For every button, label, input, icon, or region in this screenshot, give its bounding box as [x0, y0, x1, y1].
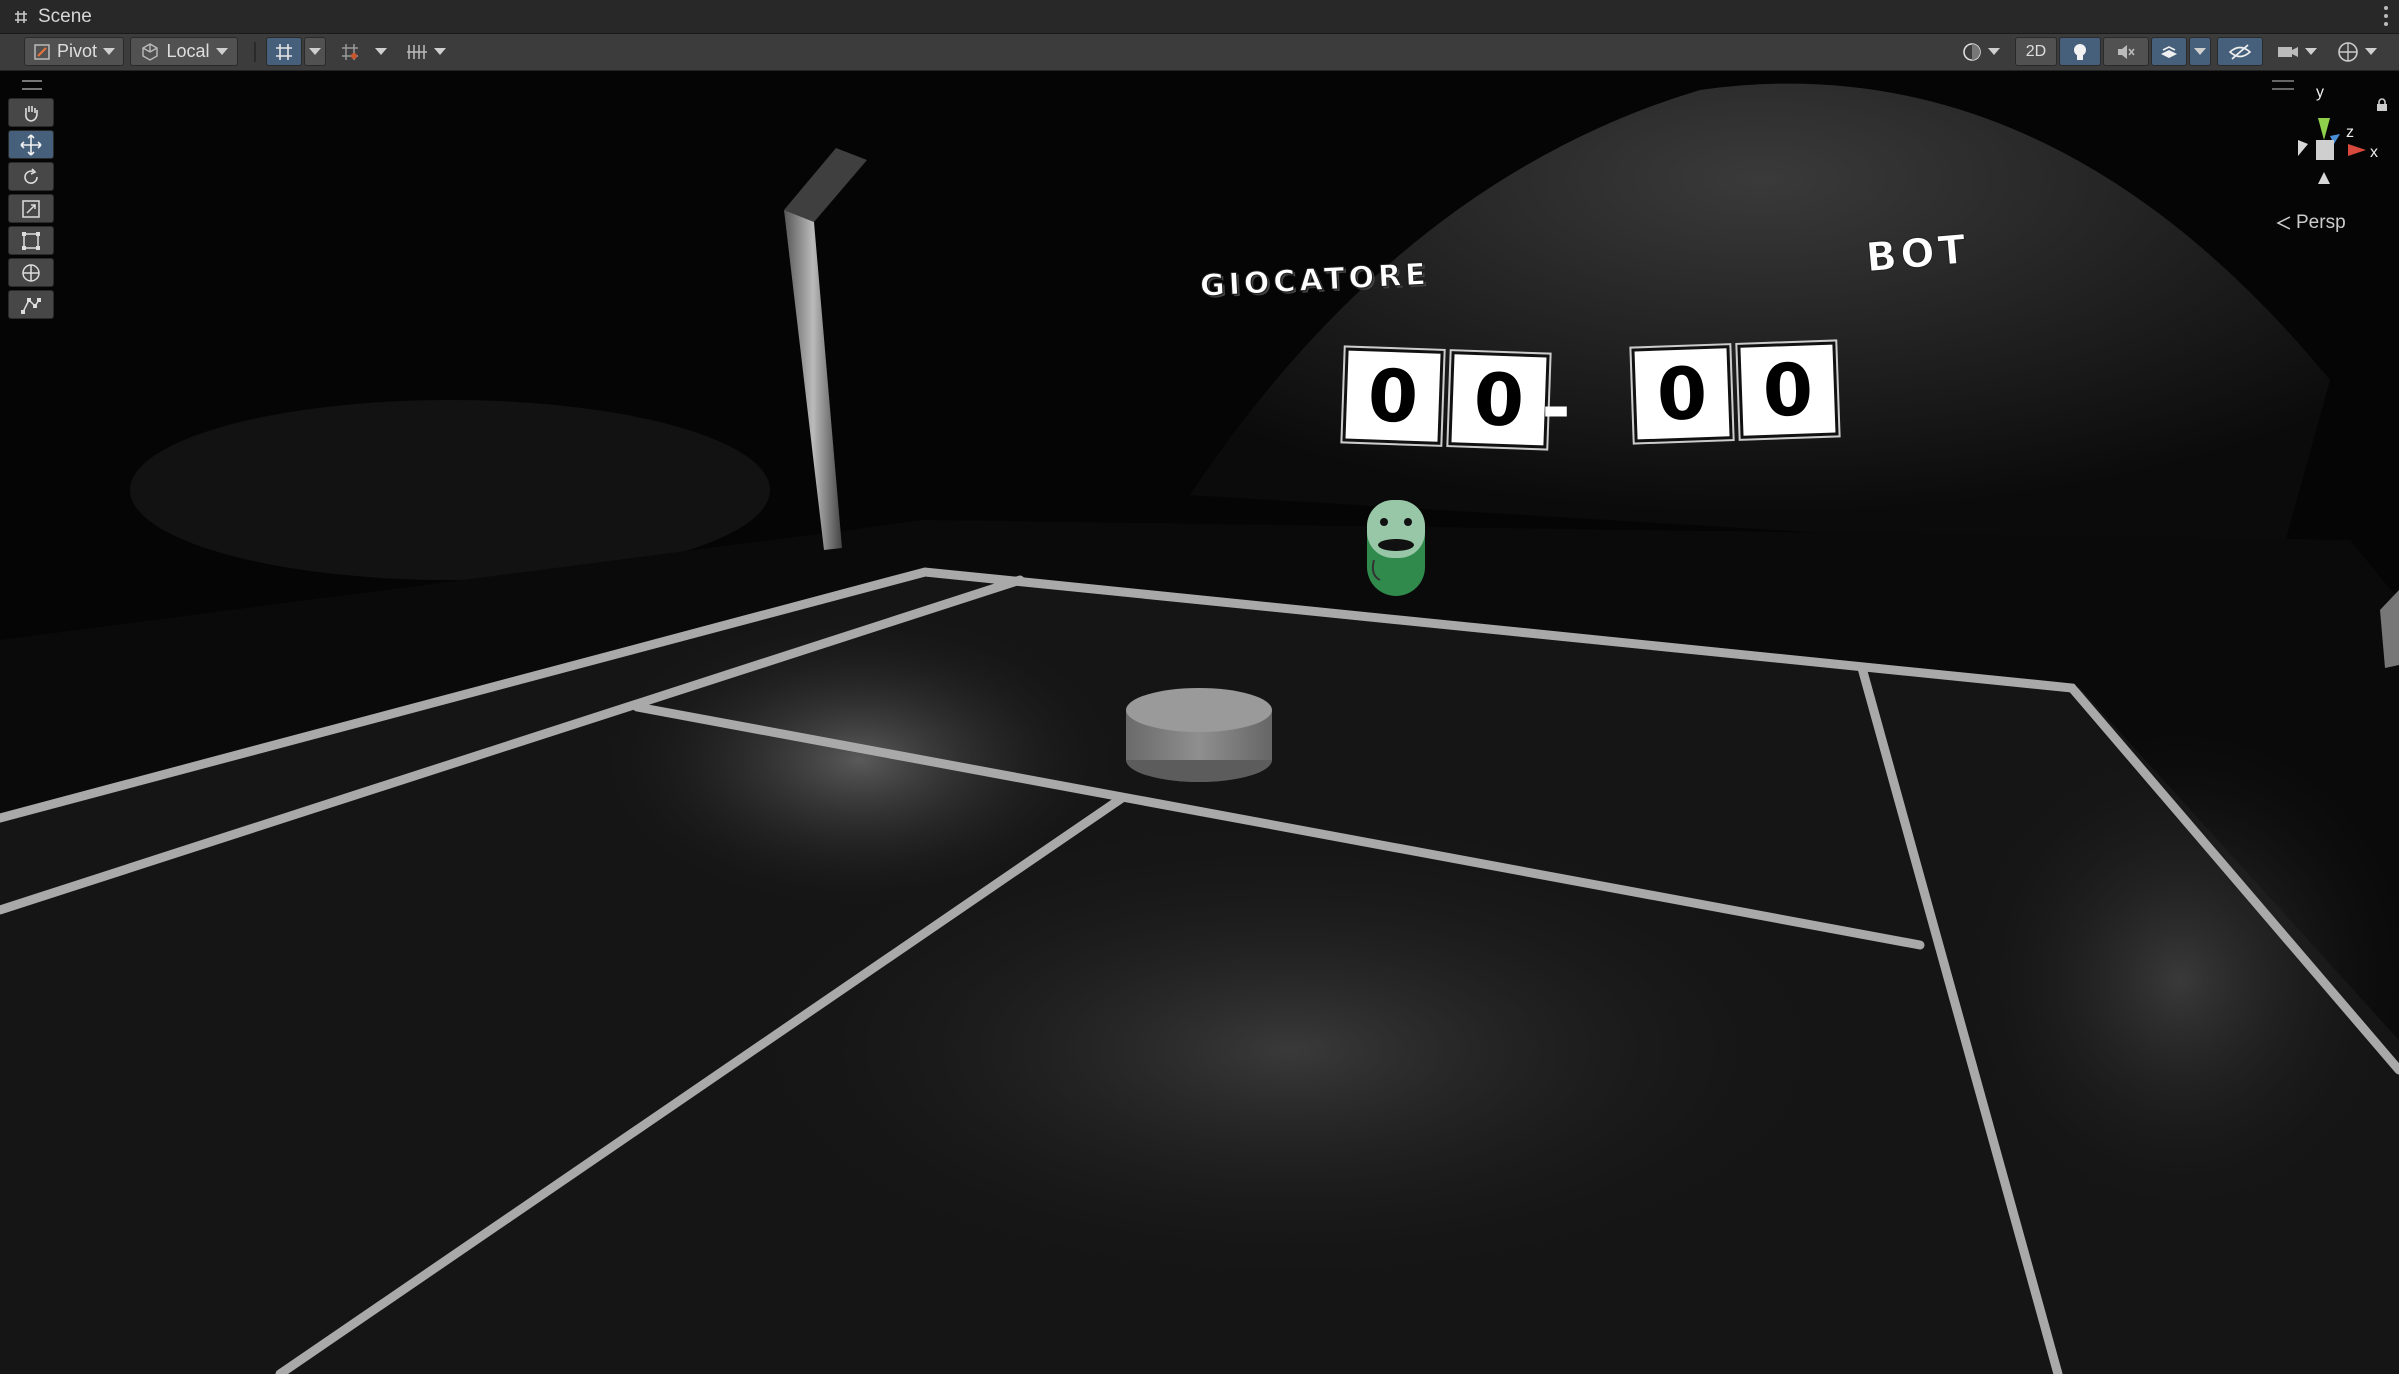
grid-snapping-menu[interactable]: [304, 37, 326, 66]
toolbar-separator: [254, 42, 256, 62]
bot-score-digit: 0: [1737, 341, 1839, 439]
bot-score: 0 0: [1631, 341, 1839, 443]
scale-tool-icon: [22, 199, 40, 218]
scene-toolbar: Pivot Local 2D: [0, 34, 2399, 71]
chevron-down-icon: [309, 48, 321, 55]
bot-label: BOT: [1864, 226, 1972, 282]
transform-tool-button[interactable]: [8, 258, 54, 287]
overlay-grip[interactable]: [22, 80, 42, 90]
gizmo-z-label: z: [2346, 124, 2354, 141]
grid-visibility-icon: [407, 44, 427, 59]
scene-grid-icon: [15, 10, 27, 23]
scene-render: [0, 71, 2399, 1374]
scene-viewport[interactable]: GIOCATORE BOT 0 0 - 0 0: [0, 71, 2399, 1374]
rect-tool-icon: [22, 231, 40, 250]
scene-tab[interactable]: Scene: [14, 0, 92, 33]
speaker-muted-icon: [2118, 44, 2135, 59]
hand-tool-icon: [25, 105, 38, 122]
pivot-dropdown[interactable]: Pivot: [24, 37, 124, 66]
scene-window-titlebar: Scene: [0, 0, 2399, 34]
scale-tool-button[interactable]: [8, 194, 54, 223]
grid-visibility-dropdown[interactable]: [398, 37, 454, 66]
perspective-icon: [2276, 216, 2291, 230]
local-dropdown[interactable]: Local: [130, 37, 238, 66]
eye-hidden-icon: [2228, 43, 2252, 60]
chevron-down-icon: [434, 48, 446, 55]
increment-snap-icon: [342, 43, 358, 60]
audio-toggle[interactable]: [2103, 37, 2149, 66]
rotate-tool-button[interactable]: [8, 162, 54, 191]
camera-icon: [2278, 46, 2298, 57]
move-tool-icon: [20, 133, 42, 156]
hand-tool-button[interactable]: [8, 98, 54, 127]
chevron-down-icon: [2305, 48, 2317, 55]
gizmo-y-label: y: [2316, 84, 2324, 101]
chevron-down-icon: [375, 48, 387, 55]
chevron-down-icon: [103, 48, 116, 55]
rect-tool-button[interactable]: [8, 226, 54, 255]
bot-score-digit: 0: [1631, 345, 1733, 443]
2d-label: 2D: [2025, 42, 2047, 60]
projection-toggle[interactable]: Persp: [2276, 212, 2346, 234]
increment-snap-menu[interactable]: [370, 37, 392, 66]
chevron-down-icon: [2365, 48, 2377, 55]
window-menu-icon[interactable]: [2381, 4, 2391, 28]
player-score-digit: 0: [1342, 347, 1444, 445]
bot-character: [1367, 500, 1425, 596]
grid-snapping-toggle[interactable]: [266, 37, 302, 66]
gizmos-dropdown[interactable]: [2329, 37, 2385, 66]
custom-tool-icon: [21, 297, 41, 314]
tools-overlay: [8, 76, 56, 322]
effects-menu[interactable]: [2189, 37, 2211, 66]
local-cube-icon: [142, 42, 159, 61]
2d-mode-toggle[interactable]: 2D: [2015, 37, 2057, 66]
score-separator: -: [1541, 367, 1571, 449]
chevron-down-icon: [2194, 48, 2206, 55]
increment-snap-toggle[interactable]: [332, 37, 368, 66]
gizmo-x-label: x: [2370, 144, 2378, 161]
local-label: Local: [166, 41, 210, 61]
scene-visibility-toggle[interactable]: [2217, 37, 2263, 66]
layers-effects-icon: [2161, 45, 2177, 58]
custom-tool-button[interactable]: [8, 290, 54, 319]
gizmos-globe-icon: [2338, 41, 2358, 62]
lock-icon[interactable]: [2376, 98, 2388, 112]
chevron-down-icon: [215, 48, 228, 55]
transform-tool-icon: [22, 263, 40, 282]
pivot-label: Pivot: [56, 41, 98, 61]
player-score: 0 0: [1342, 347, 1550, 449]
projection-label: Persp: [2296, 212, 2346, 233]
effects-toggle[interactable]: [2151, 37, 2187, 66]
draw-mode-dropdown[interactable]: [1955, 37, 2007, 66]
pivot-icon: [34, 43, 50, 60]
shaded-sphere-icon: [1963, 42, 1981, 61]
camera-settings-dropdown[interactable]: [2269, 37, 2325, 66]
rotate-tool-icon: [24, 167, 38, 184]
lightbulb-icon: [2074, 43, 2086, 60]
scene-tab-label: Scene: [38, 5, 92, 27]
move-tool-button[interactable]: [8, 130, 54, 159]
grid-snap-icon: [276, 43, 292, 60]
lighting-toggle[interactable]: [2059, 37, 2101, 66]
chevron-down-icon: [1988, 48, 2000, 55]
